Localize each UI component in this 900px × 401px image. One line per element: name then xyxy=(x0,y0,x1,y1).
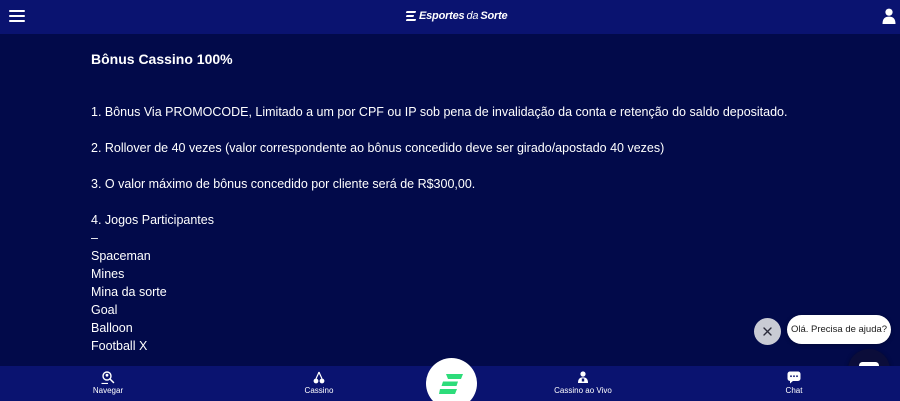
nav-item-cassino[interactable]: Cassino xyxy=(279,366,359,401)
chat-icon xyxy=(787,371,801,384)
logo-text-main: Esportes xyxy=(419,10,465,22)
dealer-icon xyxy=(578,371,588,383)
nav-label: Cassino xyxy=(304,386,334,395)
logo-e-icon xyxy=(405,11,417,21)
nav-label: Cassino ao Vivo xyxy=(554,386,612,395)
chat-greeting-text: Olá. Precisa de ajuda? xyxy=(790,324,888,335)
chat-greeting-bubble[interactable]: Olá. Precisa de ajuda? xyxy=(787,315,891,344)
nav-label: Chat xyxy=(785,386,803,395)
rule-item: 2. Rollover de 40 vezes (valor correspon… xyxy=(91,141,665,155)
game-item: Spaceman xyxy=(91,249,151,263)
cherries-icon xyxy=(313,371,325,384)
game-item: Balloon xyxy=(91,321,133,335)
games-separator: – xyxy=(91,231,98,245)
search-people-icon xyxy=(101,371,115,384)
page: Esportes da Sorte Bônus Cassino 100% 1. Bô… xyxy=(0,0,900,401)
rule-item: 1. Bônus Via PROMOCODE, Limitado a um po… xyxy=(91,105,788,119)
rules-list: 1. Bônus Via PROMOCODE, Limitado a um po… xyxy=(91,103,851,229)
rule-item: 3. O valor máximo de bônus concedido por… xyxy=(91,177,476,191)
games-list: – Spaceman Mines Mina da sorte Goal Ball… xyxy=(91,229,851,355)
nav-item-chat[interactable]: Chat xyxy=(754,366,834,401)
game-item: Mines xyxy=(91,267,125,281)
logo-text-da: da xyxy=(466,10,479,22)
brand-e-icon xyxy=(438,373,463,394)
chat-close-button[interactable] xyxy=(754,318,781,345)
game-item: Mina da sorte xyxy=(91,285,167,299)
top-header: Esportes da Sorte xyxy=(0,0,900,34)
center-home-button[interactable] xyxy=(426,358,477,401)
rule-item: 4. Jogos Participantes xyxy=(91,213,214,227)
bonus-terms: Bônus Cassino 100% 1. Bônus Via PROMOCOD… xyxy=(91,50,851,355)
user-icon[interactable] xyxy=(882,8,896,24)
nav-item-navegar[interactable]: Navegar xyxy=(68,366,148,401)
game-item: Football X xyxy=(91,339,148,353)
brand-logo[interactable]: Esportes da Sorte xyxy=(405,8,508,24)
nav-label: Navegar xyxy=(92,386,124,395)
page-title: Bônus Cassino 100% xyxy=(91,51,233,67)
nav-item-cassino-ao-vivo[interactable]: Cassino ao Vivo xyxy=(543,366,623,401)
close-icon xyxy=(763,327,772,336)
menu-icon[interactable] xyxy=(9,10,25,23)
game-item: Goal xyxy=(91,303,118,317)
logo-text-end: Sorte xyxy=(480,10,508,22)
